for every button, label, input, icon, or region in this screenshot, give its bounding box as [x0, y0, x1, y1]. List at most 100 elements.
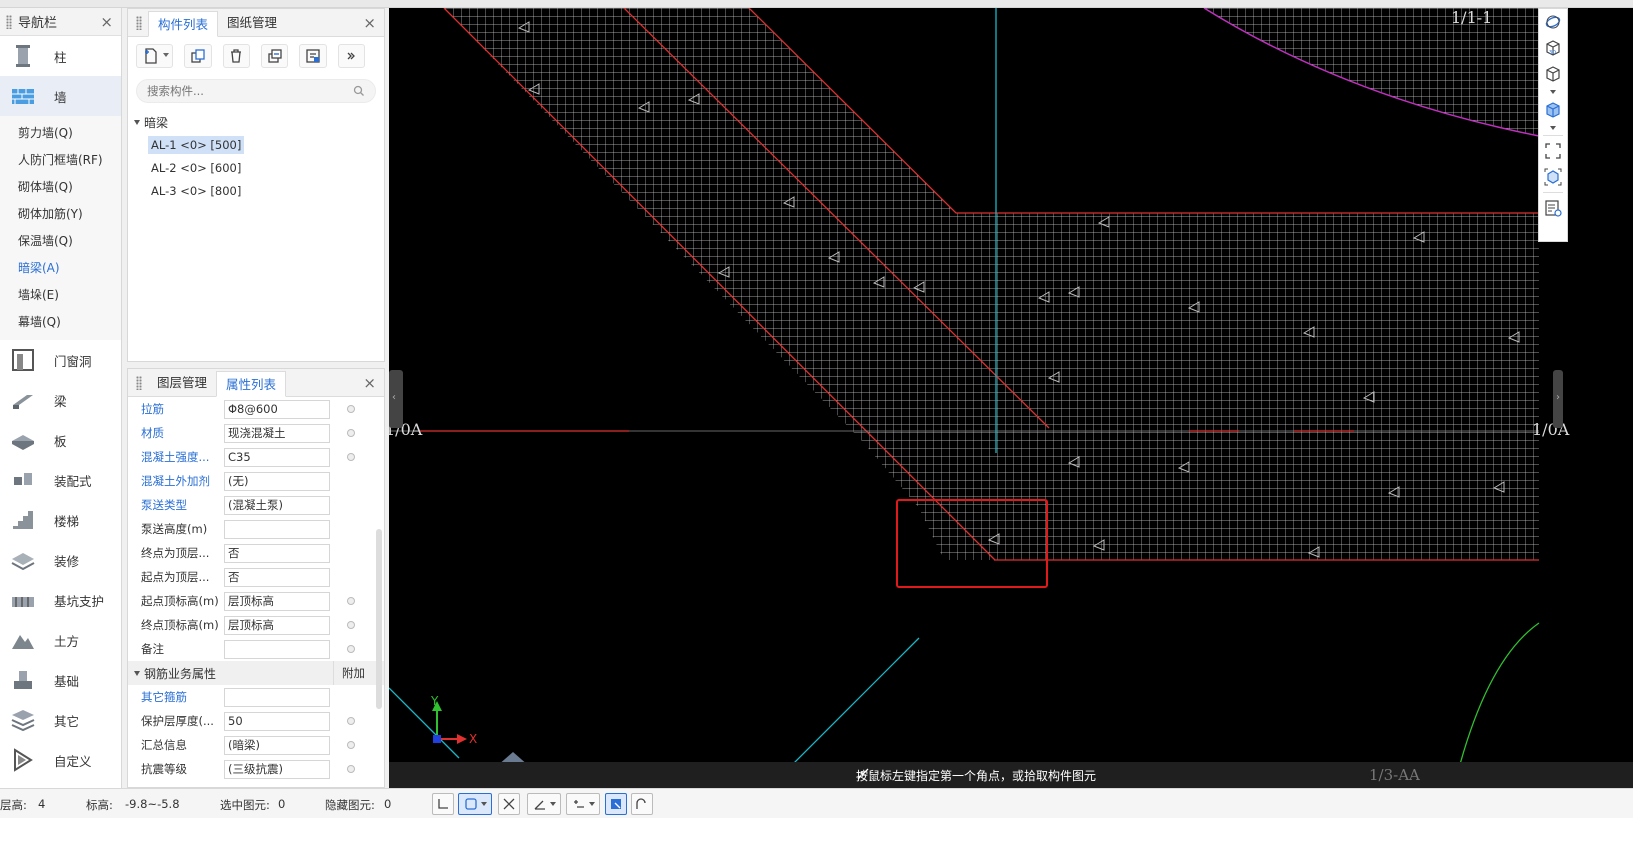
tab-component-list[interactable]: 构件列表	[148, 11, 219, 37]
property-value-field[interactable]: C35	[224, 447, 330, 467]
nav-category-decoration[interactable]: 装修	[0, 540, 121, 580]
tree-item-label[interactable]: AL-1 <0> [500]	[148, 135, 245, 154]
property-row: 备注	[128, 637, 384, 661]
copy-to-floor-button[interactable]	[260, 44, 289, 68]
close-icon[interactable]: ×	[363, 14, 376, 32]
close-icon[interactable]: ×	[100, 13, 113, 31]
nav-category-beam[interactable]: 梁	[0, 380, 121, 420]
drag-grip-icon[interactable]	[6, 14, 12, 29]
drag-grip-icon[interactable]	[136, 376, 142, 390]
property-name: 混凝土外加剂	[141, 474, 210, 488]
top-view-button[interactable]	[1539, 61, 1567, 87]
nav-subitem[interactable]: 保温墙(Q)	[0, 228, 121, 255]
nav-title: 导航栏	[18, 16, 58, 31]
y-axis-label: Y	[431, 694, 439, 708]
section-extra-label: 附加	[333, 661, 373, 685]
tree-item[interactable]: AL-3 <0> [800]	[128, 179, 384, 202]
new-component-button[interactable]	[136, 44, 174, 68]
tree-item[interactable]: AL-1 <0> [500]	[128, 133, 384, 156]
fullscreen-button[interactable]	[1539, 138, 1567, 164]
copy-icon	[191, 49, 205, 63]
render-dropdown[interactable]	[1539, 123, 1567, 133]
search-icon[interactable]	[353, 85, 365, 97]
view-dropdown[interactable]	[1539, 87, 1567, 97]
nav-category-prefab[interactable]: 装配式	[0, 460, 121, 500]
property-value-field[interactable]: (三级抗震)	[224, 759, 330, 779]
tree-item-label[interactable]: AL-3 <0> [800]	[148, 182, 244, 200]
property-value-field[interactable]: (暗梁)	[224, 735, 330, 755]
tab-property-list[interactable]: 属性列表	[216, 371, 287, 397]
property-value-field[interactable]: 层顶标高	[224, 591, 330, 611]
property-scrollbar[interactable]	[376, 529, 382, 709]
property-value-field[interactable]: (无)	[224, 471, 330, 491]
display-settings-button[interactable]	[1539, 195, 1567, 221]
nav-subitem[interactable]: 砌体加筋(Y)	[0, 201, 121, 228]
property-value-field[interactable]	[224, 639, 330, 659]
search-input[interactable]	[137, 80, 337, 102]
property-value-field[interactable]: 层顶标高	[224, 615, 330, 635]
rebar-business-section[interactable]: 钢筋业务属性 附加	[128, 661, 384, 685]
cross-select-button[interactable]	[498, 793, 520, 815]
nav-category-pit-support[interactable]: 基坑支护	[0, 580, 121, 620]
property-value-field[interactable]: 50	[224, 711, 330, 731]
drawing-canvas[interactable]: 1/0A 1/0A 1/1-1 Y X ‹ 按鼠标左键指定第一个角点，或拾取构件…	[389, 8, 1633, 788]
close-icon[interactable]: ×	[363, 374, 376, 392]
drag-grip-icon[interactable]	[136, 16, 142, 30]
shaded-view-button[interactable]	[1539, 97, 1567, 123]
property-row: 混凝土强度... C35	[128, 445, 384, 469]
orbit-view-button[interactable]	[1539, 9, 1567, 35]
property-value-field[interactable]: Φ8@600	[224, 399, 330, 419]
offset-icon	[573, 800, 584, 808]
collapse-right-handle[interactable]: ›	[1553, 370, 1563, 428]
property-name: 保护层厚度(...	[141, 714, 214, 728]
nav-category-door-window[interactable]: 门窗洞	[0, 340, 121, 380]
nav-subitem[interactable]: 幕墙(Q)	[0, 309, 121, 336]
nav-category-stairs[interactable]: 楼梯	[0, 500, 121, 540]
dynamic-input-button[interactable]	[605, 793, 627, 815]
cyan-line	[389, 687, 460, 759]
nav-category-wall[interactable]: 墙	[0, 76, 121, 116]
caret-down-icon[interactable]	[134, 670, 140, 676]
nav-category-foundation[interactable]: 基础	[0, 660, 121, 700]
tree-group-hidden-beam[interactable]: 暗梁	[128, 111, 384, 133]
section-box-button[interactable]	[1539, 164, 1567, 190]
property-indicator-icon	[347, 765, 355, 773]
tab-drawing-management[interactable]: 图纸管理	[218, 10, 286, 36]
collapse-left-handle[interactable]: ‹	[389, 370, 403, 428]
list-settings-icon	[1545, 200, 1562, 217]
property-value-field[interactable]: (混凝土泵)	[224, 495, 330, 515]
property-indicator-icon	[347, 741, 355, 749]
property-value-field[interactable]: 否	[224, 543, 330, 563]
nav-subitem[interactable]: 剪力墙(Q)	[0, 120, 121, 147]
nav-subitem[interactable]: 人防门框墙(RF)	[0, 147, 121, 174]
nav-category-custom[interactable]: 自定义	[0, 740, 121, 780]
nav-category-label: 其它	[54, 713, 80, 729]
nav-subitem[interactable]: 砌体墙(Q)	[0, 174, 121, 201]
tree-item[interactable]: AL-2 <0> [600]	[128, 156, 384, 179]
tree-item-label[interactable]: AL-2 <0> [600]	[148, 159, 244, 177]
nav-category-other[interactable]: 其它	[0, 700, 121, 740]
nav-category-column[interactable]: 柱	[0, 36, 121, 76]
caret-down-icon[interactable]	[134, 119, 140, 125]
nav-subitem[interactable]: 暗梁(A)	[0, 255, 121, 282]
rect-select-button[interactable]	[458, 793, 492, 815]
nav-category-earthwork[interactable]: 土方	[0, 620, 121, 660]
arc-snap-button[interactable]	[631, 793, 653, 815]
property-value-field[interactable]: 现浇混凝土	[224, 423, 330, 443]
angle-snap-button[interactable]	[527, 793, 561, 815]
more-tools-button[interactable]	[337, 44, 365, 68]
delete-component-button[interactable]	[222, 44, 250, 68]
new-file-icon	[144, 48, 157, 64]
property-value-field[interactable]	[224, 519, 330, 539]
tab-layer-management[interactable]: 图层管理	[148, 370, 216, 396]
property-value-field[interactable]	[224, 687, 330, 707]
ortho-snap-button[interactable]	[432, 793, 454, 815]
property-value-field[interactable]: 否	[224, 567, 330, 587]
nav-subitem[interactable]: 墙垛(E)	[0, 282, 121, 309]
3d-view-button[interactable]: 3D	[1539, 35, 1567, 61]
offset-snap-button[interactable]	[566, 793, 600, 815]
nav-category-slab[interactable]: 板	[0, 420, 121, 460]
wall-icon	[10, 83, 36, 109]
copy-component-button[interactable]	[184, 44, 212, 68]
component-library-button[interactable]	[299, 44, 327, 68]
